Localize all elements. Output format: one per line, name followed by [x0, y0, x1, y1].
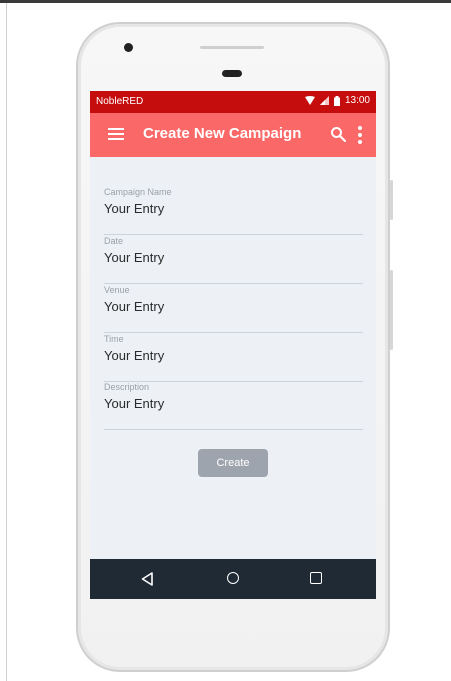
- status-time: 13:00: [344, 95, 370, 106]
- battery-icon: [333, 95, 340, 106]
- status-icons: 13:00: [304, 95, 370, 106]
- field-underline: [104, 332, 363, 333]
- description-field[interactable]: Description Your Entry: [104, 382, 363, 430]
- carrier-name: NobleRED: [96, 96, 144, 107]
- time-field[interactable]: Time Your Entry: [104, 334, 363, 382]
- field-underline: [104, 429, 363, 430]
- status-bar: NobleRED 13:00: [90, 91, 376, 113]
- time-input[interactable]: Your Entry: [104, 348, 164, 363]
- back-icon[interactable]: [141, 572, 153, 586]
- create-button[interactable]: Create: [198, 449, 268, 477]
- time-label: Time: [104, 334, 124, 344]
- volume-button: [390, 270, 393, 350]
- left-rule: [6, 3, 7, 681]
- date-field[interactable]: Date Your Entry: [104, 236, 363, 284]
- field-underline: [104, 283, 363, 284]
- venue-input[interactable]: Your Entry: [104, 299, 164, 314]
- proximity-sensor: [222, 70, 242, 77]
- venue-label: Venue: [104, 285, 130, 295]
- field-underline: [104, 234, 363, 235]
- venue-field[interactable]: Venue Your Entry: [104, 285, 363, 333]
- date-label: Date: [104, 236, 124, 246]
- wifi-icon: [304, 96, 315, 105]
- app-bar-title: Create New Campaign: [143, 125, 302, 142]
- recents-icon[interactable]: [310, 572, 322, 584]
- campaign-name-label: Campaign Name: [104, 187, 172, 197]
- more-vert-icon[interactable]: [357, 126, 363, 144]
- app-bar: Create New Campaign: [90, 113, 376, 157]
- description-input[interactable]: Your Entry: [104, 396, 164, 411]
- campaign-name-field[interactable]: Campaign Name Your Entry: [104, 187, 363, 235]
- signal-icon: [319, 96, 329, 105]
- power-button: [390, 180, 393, 220]
- campaign-name-input[interactable]: Your Entry: [104, 201, 164, 216]
- phone-screen: NobleRED 13:00 Create New Campaign Campa…: [90, 91, 376, 599]
- earpiece-speaker: [200, 46, 264, 49]
- home-icon[interactable]: [227, 572, 239, 584]
- nav-bar: [90, 559, 376, 599]
- top-rule: [0, 0, 451, 3]
- front-camera: [124, 43, 133, 52]
- date-input[interactable]: Your Entry: [104, 250, 164, 265]
- description-label: Description: [104, 382, 150, 392]
- search-icon[interactable]: [330, 126, 346, 142]
- menu-icon[interactable]: [108, 128, 124, 140]
